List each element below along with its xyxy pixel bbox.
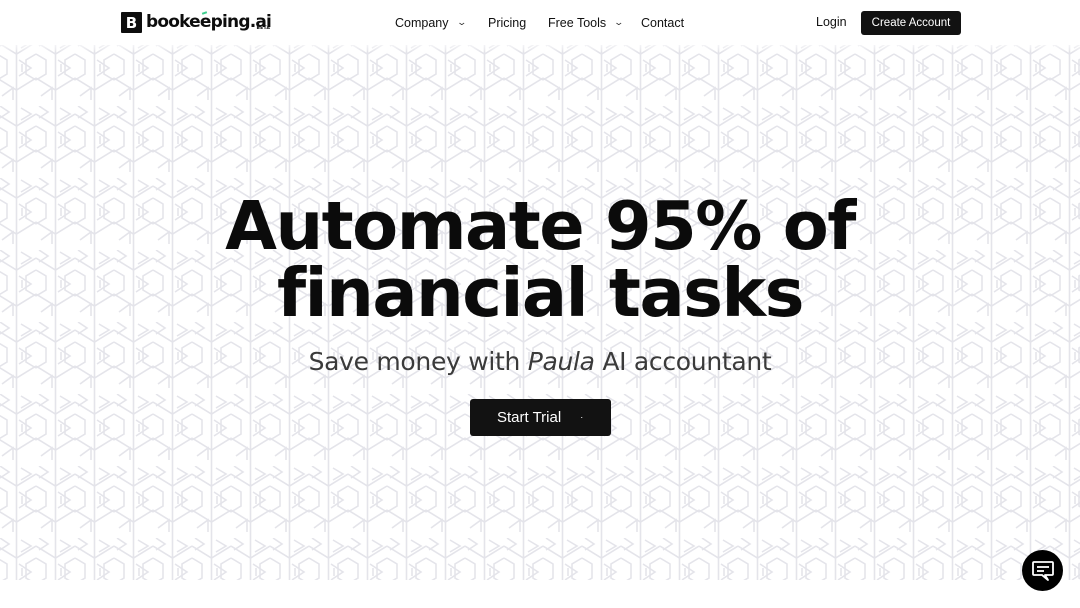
start-trial-button[interactable]: Start Trial · <box>470 399 611 436</box>
nav-pricing[interactable]: Pricing <box>488 16 526 30</box>
site-header: B bookeeping.ai BETA Company ⌄ Pricing F… <box>0 0 1080 45</box>
subline-start: Save money with <box>308 347 528 376</box>
nav-contact[interactable]: Contact <box>641 16 684 30</box>
chevron-down-icon: ⌄ <box>613 17 625 27</box>
hero-subheadline: Save money with Paula AI accountant <box>0 347 1080 376</box>
nav-company[interactable]: Company ⌄ <box>395 15 467 30</box>
headline-line-2: financial tasks <box>277 254 804 332</box>
nav-free-tools[interactable]: Free Tools ⌄ <box>548 15 625 30</box>
logo-text: bookeeping.ai <box>146 12 272 32</box>
subline-end: AI accountant <box>594 347 772 376</box>
logo-wordmark: bookeeping.ai BETA <box>146 11 272 33</box>
hero-headline: Automate 95% of financial tasks <box>0 193 1080 327</box>
create-account-button[interactable]: Create Account <box>861 11 961 35</box>
nav-company-label: Company <box>395 15 449 30</box>
logo[interactable]: B bookeeping.ai BETA <box>121 11 272 33</box>
headline-line-1: Automate 95% of <box>225 187 856 265</box>
nav-pricing-label: Pricing <box>488 15 527 30</box>
login-link[interactable]: Login <box>816 15 847 29</box>
subline-emphasis: Paula <box>527 347 595 376</box>
chevron-down-icon: ⌄ <box>455 17 467 27</box>
start-trial-label: Start Trial <box>497 409 562 426</box>
beta-badge: BETA <box>256 26 271 31</box>
logo-mark-icon: B <box>121 12 142 33</box>
chat-widget-button[interactable] <box>1022 550 1063 591</box>
nav-free-tools-label: Free Tools <box>548 15 607 30</box>
chat-message-icon <box>1031 560 1054 581</box>
loading-dot-icon: · <box>580 412 584 422</box>
nav-contact-label: Contact <box>641 15 685 30</box>
